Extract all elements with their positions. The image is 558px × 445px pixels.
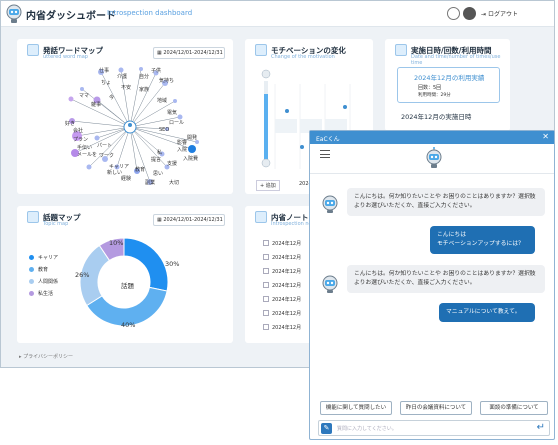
chat-input-placeholder: 質問に入力してください。	[337, 426, 397, 432]
attach-icon[interactable]: ✎	[321, 423, 332, 434]
usage-days-label: 2024年12月の実施日時	[401, 113, 472, 121]
checkbox-icon	[263, 324, 269, 330]
journal-entry[interactable]: 2024年12月	[263, 281, 313, 290]
chat-titlebar: EaCくん ✕	[310, 131, 554, 144]
chat-title: EaCくん	[316, 136, 340, 143]
journal-entry[interactable]: 2024年12月	[263, 253, 313, 262]
word-label: 自分	[139, 74, 150, 80]
close-icon[interactable]: ✕	[542, 132, 549, 141]
motivation-add-button[interactable]: + 追加	[256, 180, 280, 191]
word-label: パート	[97, 143, 113, 149]
word-label: 今	[109, 95, 115, 101]
donut-center-label: 話題	[121, 282, 134, 290]
slice-label-relations: 26%	[75, 271, 90, 279]
usage-time: 利用時間：29分	[418, 93, 451, 98]
usage-subtitle: Date and time/number of times/use time	[411, 54, 501, 66]
word-label: 思い	[153, 171, 164, 177]
bot-avatar-icon	[322, 195, 338, 213]
usage-summary-box: 2024年12月の利用実績 回数：5回 利用時間：29分	[397, 67, 500, 103]
word-map-card: 発話ワードマップ uttered word map ▦ 2024/12/01-2…	[17, 39, 233, 194]
app-subtitle: Introspection dashboard	[107, 9, 193, 17]
word-label: 不安	[121, 85, 132, 91]
word-label: 大切	[169, 180, 180, 186]
word-label: 雑事	[91, 102, 102, 108]
journal-entry[interactable]: 2024年12月	[263, 239, 313, 248]
checkbox-icon	[263, 282, 269, 288]
word-label: 電気	[167, 110, 178, 116]
bot-message: こんにちは。何か知りたいことや お困りのことはありますか？選択肢よりお選びいただ…	[347, 265, 545, 293]
slice-label-career: 30%	[165, 260, 180, 268]
word-label: 子供	[151, 68, 162, 74]
user-message: マニュアルについて教えて。	[439, 303, 535, 322]
word-label: ワーク	[99, 153, 115, 159]
word-label: 副業	[145, 180, 156, 186]
checkbox-icon	[263, 254, 269, 260]
journal-entry[interactable]: 2024年12月	[263, 267, 313, 276]
word-label: 気持ち	[159, 78, 175, 84]
suggestion-button[interactable]: 面談の準備について	[480, 401, 548, 415]
word-label: 家族	[139, 87, 150, 93]
settings-icon[interactable]	[447, 7, 460, 20]
header: 内省ダッシュボード Introspection dashboard ⇥ ログアウ…	[1, 1, 554, 27]
suggestion-button[interactable]: 機能に関して質問したい	[320, 401, 392, 415]
send-icon[interactable]: ↵	[537, 422, 545, 433]
word-label: ママ	[79, 93, 90, 99]
user-message: こんにちは モチベーションアップするには？	[430, 226, 535, 254]
robot-logo-icon	[6, 4, 22, 23]
word-label: 地域	[157, 98, 168, 104]
word-label: SEO	[159, 127, 170, 133]
word-label: 教育	[135, 167, 146, 173]
robot-mascot-icon	[426, 147, 442, 168]
word-label: 提言	[151, 157, 162, 163]
slice-label-education: 40%	[121, 321, 136, 329]
word-label: 手伝い	[77, 145, 93, 151]
word-label: 仕事	[99, 68, 110, 74]
word-label: メールを	[77, 152, 98, 158]
word-map-graph	[68, 67, 199, 185]
word-label: 支援	[167, 161, 178, 167]
app-title: 内省ダッシュボード	[26, 11, 116, 22]
journal-entry[interactable]: 2024年12月	[263, 309, 313, 318]
bot-avatar-icon	[322, 275, 338, 293]
bot-message: こんにちは。何か知りたいことや お困りのことはありますか？選択肢よりお選びいただ…	[347, 188, 545, 216]
checkbox-icon	[263, 296, 269, 302]
word-label: 新しい	[107, 170, 123, 176]
word-label: ちょ	[101, 80, 112, 86]
checkbox-icon	[263, 310, 269, 316]
word-label: 開発	[187, 135, 198, 141]
user-avatar-icon[interactable]	[463, 7, 476, 20]
word-label: 入院費	[183, 156, 199, 162]
word-label: 影響	[177, 140, 188, 146]
checkbox-icon	[263, 240, 269, 246]
word-label: 経験	[121, 176, 132, 182]
chat-window: EaCくん ✕ こんにちは。何か知りたいことや お困りのことはありますか？選択肢…	[309, 130, 555, 440]
slice-label-private: 10%	[109, 239, 124, 247]
chat-divider	[310, 173, 554, 174]
logout-button[interactable]: ⇥ ログアウト	[481, 9, 518, 18]
word-label: 入院	[177, 147, 188, 153]
topic-map-card: 話題マップ Topic map ▦ 2024/12/01-2024/12/31 …	[17, 206, 233, 343]
journal-entry[interactable]: 2024年12月	[263, 323, 313, 332]
usage-card: 実施日時/回数/利用時間 Date and time/number of tim…	[385, 39, 510, 131]
note-icon	[255, 211, 267, 223]
word-label: プラン	[73, 137, 89, 143]
checkbox-icon	[263, 268, 269, 274]
word-label: 私	[157, 150, 163, 156]
usage-month-label: 2024年12月の利用実績	[414, 74, 485, 82]
calendar-icon	[395, 44, 407, 56]
word-label: 介護	[117, 74, 128, 80]
word-label: ロール	[169, 120, 185, 126]
suggestion-button[interactable]: 昨日の会議資料について	[400, 401, 472, 415]
word-label: 会社	[73, 128, 84, 134]
privacy-policy-link[interactable]: ▸ プライバシーポリシー	[19, 353, 73, 360]
word-label: 好き	[65, 121, 76, 127]
usage-count: 回数：5回	[418, 85, 442, 91]
journal-entry[interactable]: 2024年12月	[263, 295, 313, 304]
chat-input[interactable]: ✎ 質問に入力してください。 ↵	[318, 420, 550, 436]
hamburger-menu-icon[interactable]	[320, 150, 330, 158]
